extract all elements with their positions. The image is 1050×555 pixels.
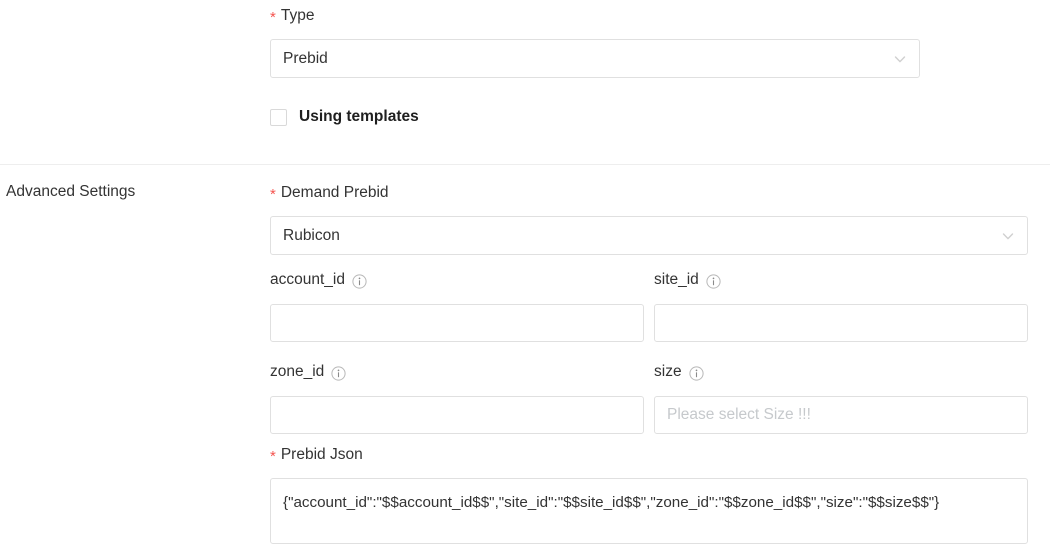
demand-prebid-select[interactable]: Rubicon	[270, 216, 1028, 255]
prebid-json-textarea[interactable]: {"account_id":"$$account_id$$","site_id"…	[270, 478, 1028, 544]
info-circle-icon[interactable]	[706, 273, 721, 289]
type-field-label: * Type	[270, 6, 314, 26]
using-templates-checkbox[interactable]	[270, 108, 287, 126]
chevron-down-icon	[893, 52, 907, 66]
size-label: size	[654, 362, 704, 382]
site-id-input[interactable]	[654, 304, 1028, 342]
using-templates-checkbox-row[interactable]: Using templates	[270, 108, 419, 126]
using-templates-label: Using templates	[299, 108, 419, 125]
demand-prebid-label: * Demand Prebid	[270, 183, 389, 203]
info-circle-icon[interactable]	[688, 365, 704, 381]
advanced-settings-title: Advanced Settings	[6, 183, 136, 200]
type-label-text: Type	[280, 7, 315, 24]
zone-id-input[interactable]	[270, 396, 644, 434]
type-select[interactable]: Prebid	[270, 39, 920, 78]
size-placeholder: Please select Size !!!	[667, 406, 811, 423]
account-id-label-text: account_id	[270, 271, 345, 288]
demand-prebid-select-value: Rubicon	[283, 226, 340, 244]
required-asterisk: *	[270, 186, 276, 203]
prebid-json-label: * Prebid Json	[270, 445, 363, 465]
required-asterisk: *	[270, 448, 276, 465]
prebid-json-label-text: Prebid Json	[280, 446, 363, 463]
account-id-input[interactable]	[270, 304, 644, 342]
size-input[interactable]: Please select Size !!!	[654, 396, 1028, 434]
type-select-value: Prebid	[283, 49, 328, 67]
section-divider	[0, 164, 1050, 165]
required-asterisk: *	[270, 9, 276, 26]
account-id-label: account_id	[270, 270, 367, 290]
size-label-text: size	[654, 363, 682, 380]
chevron-down-icon	[1001, 229, 1015, 243]
demand-prebid-label-text: Demand Prebid	[280, 184, 389, 201]
site-id-label-text: site_id	[654, 271, 699, 288]
zone-id-label-text: zone_id	[270, 363, 325, 380]
site-id-label: site_id	[654, 270, 721, 290]
info-circle-icon[interactable]	[331, 365, 346, 381]
zone-id-label: zone_id	[270, 362, 346, 382]
info-circle-icon[interactable]	[352, 273, 367, 289]
form-page: * Type Prebid Using templates Advanced S…	[0, 0, 1050, 555]
